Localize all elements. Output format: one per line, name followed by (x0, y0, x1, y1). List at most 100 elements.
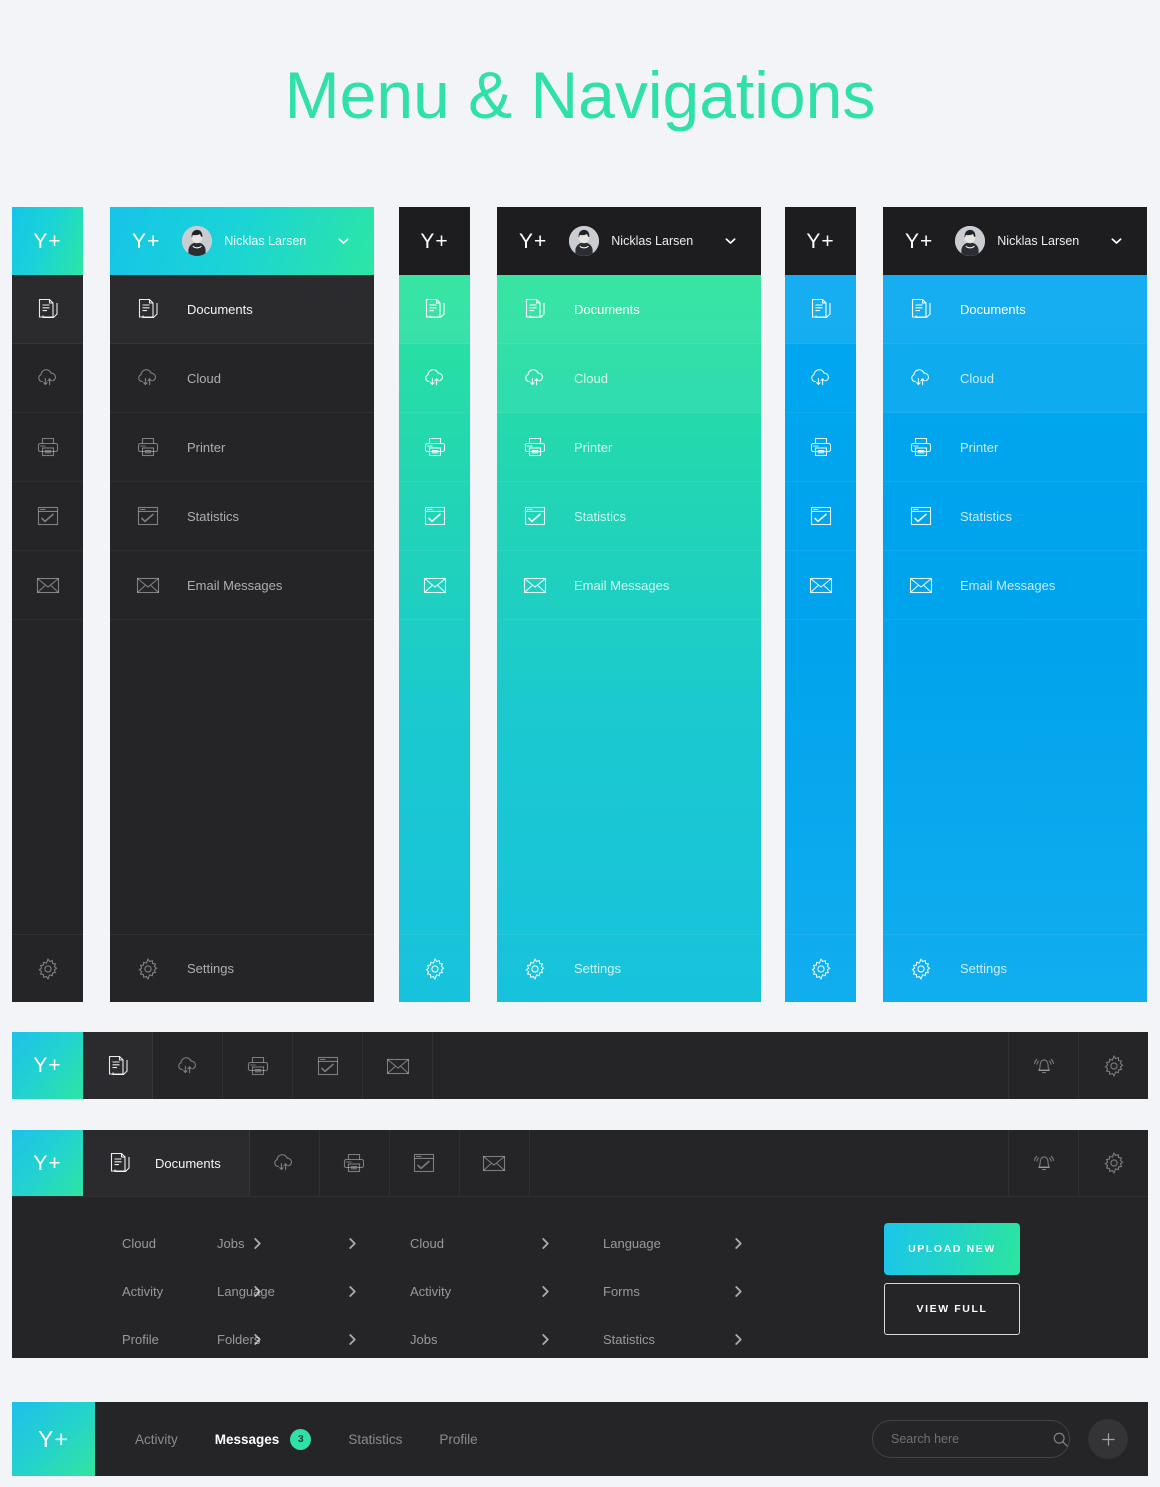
sidebar-item-cloud[interactable] (785, 344, 856, 413)
sidebar-item-email[interactable] (785, 551, 856, 620)
navbar-item-statistics[interactable] (390, 1130, 460, 1196)
top-navbar-icons: Y+ (12, 1032, 1148, 1099)
sidebar-item-statistics[interactable] (399, 482, 470, 551)
mega-menu-actions: UPLOAD NEW VIEW FULL (884, 1219, 1148, 1358)
sidebar-item-printer[interactable]: Printer (110, 413, 374, 482)
navbar-notifications[interactable] (1008, 1130, 1078, 1196)
plus-icon (1100, 1431, 1117, 1448)
chevron-down-icon[interactable] (1110, 235, 1123, 248)
navbar-item-cloud[interactable] (153, 1032, 223, 1099)
bottom-nav-statistics[interactable]: Statistics (348, 1432, 402, 1447)
sidebar-item-cloud[interactable]: Cloud (497, 344, 761, 413)
sidebar-item-cloud[interactable]: Cloud (883, 344, 1147, 413)
bottom-nav-messages[interactable]: Messages 3 (214, 1428, 312, 1450)
brand-logo: Y+ (519, 229, 548, 253)
navbar-item-email[interactable] (363, 1032, 433, 1099)
sidebar-item-label: Cloud (574, 370, 608, 386)
bottom-nav-profile[interactable]: Profile (439, 1432, 477, 1447)
sidebar-item-printer[interactable]: Printer (497, 413, 761, 482)
sidebar-item-settings[interactable]: Settings (497, 934, 761, 1002)
navbar-item-documents[interactable]: Documents (83, 1130, 250, 1196)
mega-menu-link[interactable]: Language (603, 1219, 743, 1267)
sidebar-item-printer[interactable] (785, 413, 856, 482)
navbar-settings[interactable] (1078, 1032, 1148, 1099)
bell-icon (1031, 1053, 1057, 1079)
chevron-right-icon (348, 1237, 357, 1250)
view-full-button[interactable]: VIEW FULL (884, 1283, 1020, 1335)
sidebar-item-cloud[interactable]: Cloud (110, 344, 374, 413)
upload-new-button[interactable]: UPLOAD NEW (884, 1223, 1020, 1275)
mega-menu-link[interactable]: Jobs (217, 1219, 357, 1267)
sidebar-item-printer[interactable] (12, 413, 83, 482)
gear-icon (808, 956, 834, 982)
cloud-icon (908, 365, 934, 391)
mega-menu-link[interactable]: Cloud (410, 1219, 550, 1267)
mega-menu-link[interactable]: Folders (217, 1315, 357, 1363)
sidebar-item-documents[interactable] (12, 275, 83, 344)
sidebar-item-statistics[interactable] (12, 482, 83, 551)
sidebar-body (785, 275, 856, 1002)
sidebar-item-email[interactable]: Email Messages (110, 551, 374, 620)
sidebar-item-label: Cloud (960, 370, 994, 386)
search-box[interactable] (872, 1420, 1070, 1458)
mega-menu-link[interactable]: Language (217, 1267, 357, 1315)
bottom-nav-activity[interactable]: Activity (135, 1432, 178, 1447)
navbar-settings[interactable] (1078, 1130, 1148, 1196)
mega-menu-link[interactable]: Jobs (410, 1315, 550, 1363)
navbar-item-documents[interactable] (83, 1032, 153, 1099)
sidebar-item-printer[interactable]: Printer (883, 413, 1147, 482)
sidebar-item-settings[interactable] (785, 934, 856, 1002)
brand-logo-tile[interactable]: Y+ (12, 1402, 95, 1476)
sidebar-item-statistics[interactable]: Statistics (497, 482, 761, 551)
sidebar-item-email[interactable]: Email Messages (883, 551, 1147, 620)
mega-menu-link[interactable]: Forms (603, 1267, 743, 1315)
sidebar-item-email[interactable] (12, 551, 83, 620)
navbar-item-printer[interactable] (223, 1032, 293, 1099)
search-input[interactable] (891, 1432, 1052, 1446)
sidebar-item-documents[interactable]: Documents (883, 275, 1147, 344)
brand-logo: Y+ (33, 1151, 62, 1175)
sidebar-item-statistics[interactable]: Statistics (110, 482, 374, 551)
sidebar-item-settings[interactable] (12, 934, 83, 1002)
sidebar-item-cloud[interactable] (12, 344, 83, 413)
gear-icon (35, 956, 61, 982)
nav-label: Messages (214, 1431, 280, 1447)
sidebar-item-settings[interactable]: Settings (110, 934, 374, 1002)
sidebar-item-documents[interactable]: Documents (110, 275, 374, 344)
sidebar-item-statistics[interactable]: Statistics (883, 482, 1147, 551)
sidebar-body: Documents Cloud Printer Statistics Email… (883, 275, 1147, 1002)
sidebar-item-documents[interactable] (399, 275, 470, 344)
sidebar-item-email[interactable]: Email Messages (497, 551, 761, 620)
mega-menu-link[interactable]: Statistics (603, 1315, 743, 1363)
sidebar-item-documents[interactable] (785, 275, 856, 344)
navbar-notifications[interactable] (1008, 1032, 1078, 1099)
chevron-down-icon[interactable] (724, 235, 737, 248)
navbar-item-printer[interactable] (320, 1130, 390, 1196)
printer-icon (808, 434, 834, 460)
sidebar-item-label: Statistics (574, 508, 627, 524)
mega-menu-link[interactable]: Activity (410, 1267, 550, 1315)
printer-icon (135, 434, 161, 460)
documents-icon (107, 1150, 133, 1176)
sidebar-item-email[interactable] (399, 551, 470, 620)
add-button[interactable] (1088, 1419, 1128, 1459)
sidebar-item-documents[interactable]: Documents (497, 275, 761, 344)
sidebar-item-statistics[interactable] (785, 482, 856, 551)
navbar-item-cloud[interactable] (250, 1130, 320, 1196)
sidebar-item-cloud[interactable] (399, 344, 470, 413)
search-icon[interactable] (1052, 1431, 1069, 1448)
chevron-right-icon (541, 1237, 550, 1250)
brand-logo-tile[interactable]: Y+ (12, 1032, 83, 1099)
statistics-icon (422, 503, 448, 529)
brand-logo-tile[interactable]: Y+ (12, 1130, 83, 1196)
cloud-icon (808, 365, 834, 391)
statistics-icon (315, 1053, 341, 1079)
sidebar-item-printer[interactable] (399, 413, 470, 482)
link-label: Activity (410, 1283, 452, 1299)
chevron-down-icon[interactable] (337, 235, 350, 248)
navbar-item-statistics[interactable] (293, 1032, 363, 1099)
sidebar-item-settings[interactable] (399, 934, 470, 1002)
avatar (569, 226, 600, 256)
sidebar-item-settings[interactable]: Settings (883, 934, 1147, 1002)
navbar-item-email[interactable] (460, 1130, 530, 1196)
